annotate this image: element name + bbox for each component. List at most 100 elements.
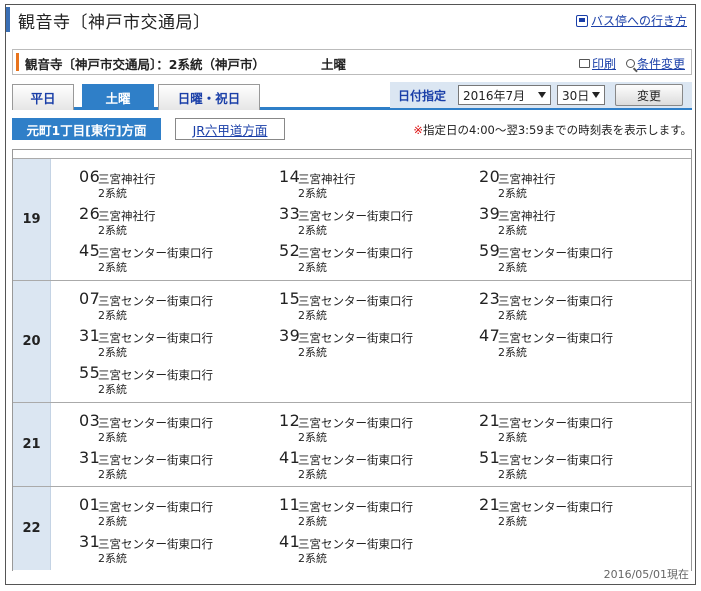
departure-entry[interactable]: 41 三宮センター街東口行 2系統	[279, 448, 469, 484]
departure-route: 2系統	[98, 309, 127, 322]
directions-link-label: バス停への行き方	[590, 14, 687, 28]
hour-row: 21 03 三宮センター街東口行 2系統 12 三宮センター街東口行 2系統 21 三宮センター…	[13, 402, 691, 486]
departure-route: 2系統	[298, 515, 327, 528]
tab-sunday-holiday[interactable]: 日曜・祝日	[158, 84, 260, 110]
departure-entry[interactable]: 12 三宮センター街東口行 2系統	[279, 411, 469, 447]
departure-route: 2系統	[498, 261, 527, 274]
print-link[interactable]: 印刷	[578, 55, 616, 72]
departure-route: 2系統	[98, 515, 127, 528]
departure-entry[interactable]: 15 三宮センター街東口行 2系統	[279, 289, 469, 325]
departure-route: 2系統	[498, 431, 527, 444]
departure-entry[interactable]: 14 三宮神社行 2系統	[279, 167, 469, 203]
departure-entry[interactable]: 31 三宮センター街東口行 2系統	[79, 326, 269, 362]
departure-entry[interactable]: 31 三宮センター街東口行 2系統	[79, 532, 269, 568]
departure-entry[interactable]: 11 三宮センター街東口行 2系統	[279, 495, 469, 531]
day-tabs: 平日 土曜 日曜・祝日 日付指定 2016年7月 30日 変更	[12, 82, 692, 110]
departure-entry[interactable]: 06 三宮神社行 2系統	[79, 167, 269, 203]
timetable-window: 観音寺〔神戸市交通局〕 バス停への行き方 観音寺〔神戸市交通局〕：2系統（神戸市…	[5, 4, 696, 585]
departure-entry[interactable]: 39 三宮神社行 2系統	[479, 204, 669, 240]
departure-route: 2系統	[98, 187, 127, 200]
departure-entry[interactable]: 23 三宮センター街東口行 2系統	[479, 289, 669, 325]
hour-row: 20 07 三宮センター街東口行 2系統 15 三宮センター街東口行 2系統 23 三宮センター…	[13, 280, 691, 402]
departure-entry[interactable]: 55 三宮センター街東口行 2系統	[79, 363, 269, 399]
departure-route: 2系統	[298, 468, 327, 481]
notice-mark: ※	[413, 123, 423, 137]
departure-entry[interactable]: 41 三宮センター街東口行 2系統	[279, 532, 469, 568]
departure-entry[interactable]: 01 三宮センター街東口行 2系統	[79, 495, 269, 531]
search-icon	[625, 59, 635, 68]
departure-entry[interactable]: 03 三宮センター街東口行 2系統	[79, 411, 269, 447]
departure-entry[interactable]: 39 三宮センター街東口行 2系統	[279, 326, 469, 362]
route-title: 観音寺〔神戸市交通局〕：2系統（神戸市）	[25, 57, 265, 72]
departure-route: 2系統	[498, 309, 527, 322]
direction-motomachi-button[interactable]: 元町1丁目[東行]方面	[12, 118, 161, 140]
title-accent-bar	[6, 7, 10, 32]
departure-entry[interactable]: 52 三宮センター街東口行 2系統	[279, 241, 469, 277]
month-select-value: 2016年7月	[463, 88, 526, 103]
departure-entry[interactable]: 47 三宮センター街東口行 2系統	[479, 326, 669, 362]
day-select[interactable]: 30日	[557, 85, 605, 105]
direction-row: 元町1丁目[東行]方面 JR六甲道方面 ※指定日の4:00〜翌3:59までの時刻…	[12, 118, 692, 142]
subheader-actions: 印刷 条件変更	[578, 55, 685, 72]
departure-entry[interactable]: 51 三宮センター街東口行 2系統	[479, 448, 669, 484]
hour-row: 19 06 三宮神社行 2系統 14 三宮神社行 2系統 20 三宮神社行 2系統 26 三宮神社行 2…	[13, 158, 691, 280]
departure-route: 2系統	[498, 346, 527, 359]
bus-stop-icon	[575, 14, 588, 27]
hour-label: 20	[13, 281, 51, 402]
month-select[interactable]: 2016年7月	[458, 85, 551, 105]
timetable-notice: ※指定日の4:00〜翌3:59までの時刻表を表示します。	[413, 122, 692, 138]
tab-saturday[interactable]: 土曜	[82, 84, 154, 110]
route-subheader: 観音寺〔神戸市交通局〕：2系統（神戸市） 土曜 印刷 条件変更	[12, 49, 692, 75]
departure-route: 2系統	[98, 431, 127, 444]
print-label: 印刷	[591, 57, 616, 71]
day-label: 土曜	[321, 57, 347, 72]
departure-route: 2系統	[298, 309, 327, 322]
change-conditions-label: 条件変更	[636, 57, 685, 71]
date-label: 日付指定	[398, 88, 447, 103]
day-select-value: 30日	[562, 88, 590, 103]
departure-route: 2系統	[298, 431, 327, 444]
departure-route: 2系統	[298, 552, 327, 565]
page-title: 観音寺〔神戸市交通局〕	[18, 13, 211, 33]
chevron-down-icon	[538, 92, 546, 98]
departure-route: 2系統	[98, 224, 127, 237]
hour-label: 22	[13, 487, 51, 570]
title-row: 観音寺〔神戸市交通局〕 バス停への行き方	[6, 5, 695, 35]
departure-route: 2系統	[498, 224, 527, 237]
departure-entry[interactable]: 21 三宮センター街東口行 2系統	[479, 411, 669, 447]
departure-route: 2系統	[498, 187, 527, 200]
notice-text: 指定日の4:00〜翌3:59までの時刻表を表示します。	[423, 123, 692, 137]
departure-entry[interactable]: 26 三宮神社行 2系統	[79, 204, 269, 240]
directions-to-stop-link[interactable]: バス停への行き方	[575, 12, 687, 29]
departure-entry[interactable]: 33 三宮センター街東口行 2系統	[279, 204, 469, 240]
departure-entry[interactable]: 21 三宮センター街東口行 2系統	[479, 495, 669, 531]
hour-row: 22 01 三宮センター街東口行 2系統 11 三宮センター街東口行 2系統 21 三宮センター…	[13, 486, 691, 570]
printer-icon	[578, 59, 590, 68]
departure-route: 2系統	[98, 552, 127, 565]
subheader-accent-bar	[16, 53, 19, 71]
departure-entry[interactable]: 45 三宮センター街東口行 2系統	[79, 241, 269, 277]
departure-route: 2系統	[98, 346, 127, 359]
departure-route: 2系統	[498, 468, 527, 481]
as-of-date: 2016/05/01現在	[603, 568, 689, 581]
departure-route: 2系統	[98, 468, 127, 481]
chevron-down-icon	[592, 92, 600, 98]
change-date-button[interactable]: 変更	[615, 84, 683, 106]
date-selector: 日付指定 2016年7月 30日 変更	[390, 82, 692, 108]
departure-route: 2系統	[298, 187, 327, 200]
timetable: 19 06 三宮神社行 2系統 14 三宮神社行 2系統 20 三宮神社行 2系統 26 三宮神社行 2…	[12, 149, 692, 571]
tab-weekday[interactable]: 平日	[12, 84, 74, 110]
departure-entry[interactable]: 20 三宮神社行 2系統	[479, 167, 669, 203]
hour-label: 19	[13, 159, 51, 280]
departure-route: 2系統	[298, 224, 327, 237]
departure-entry[interactable]: 07 三宮センター街東口行 2系統	[79, 289, 269, 325]
change-conditions-link[interactable]: 条件変更	[625, 55, 685, 72]
direction-jr-rokkomichi-button[interactable]: JR六甲道方面	[175, 118, 285, 140]
departure-route: 2系統	[298, 261, 327, 274]
departure-route: 2系統	[98, 383, 127, 396]
departure-entry[interactable]: 31 三宮センター街東口行 2系統	[79, 448, 269, 484]
departure-route: 2系統	[98, 261, 127, 274]
hour-label: 21	[13, 403, 51, 486]
departure-entry[interactable]: 59 三宮センター街東口行 2系統	[479, 241, 669, 277]
departure-route: 2系統	[498, 515, 527, 528]
